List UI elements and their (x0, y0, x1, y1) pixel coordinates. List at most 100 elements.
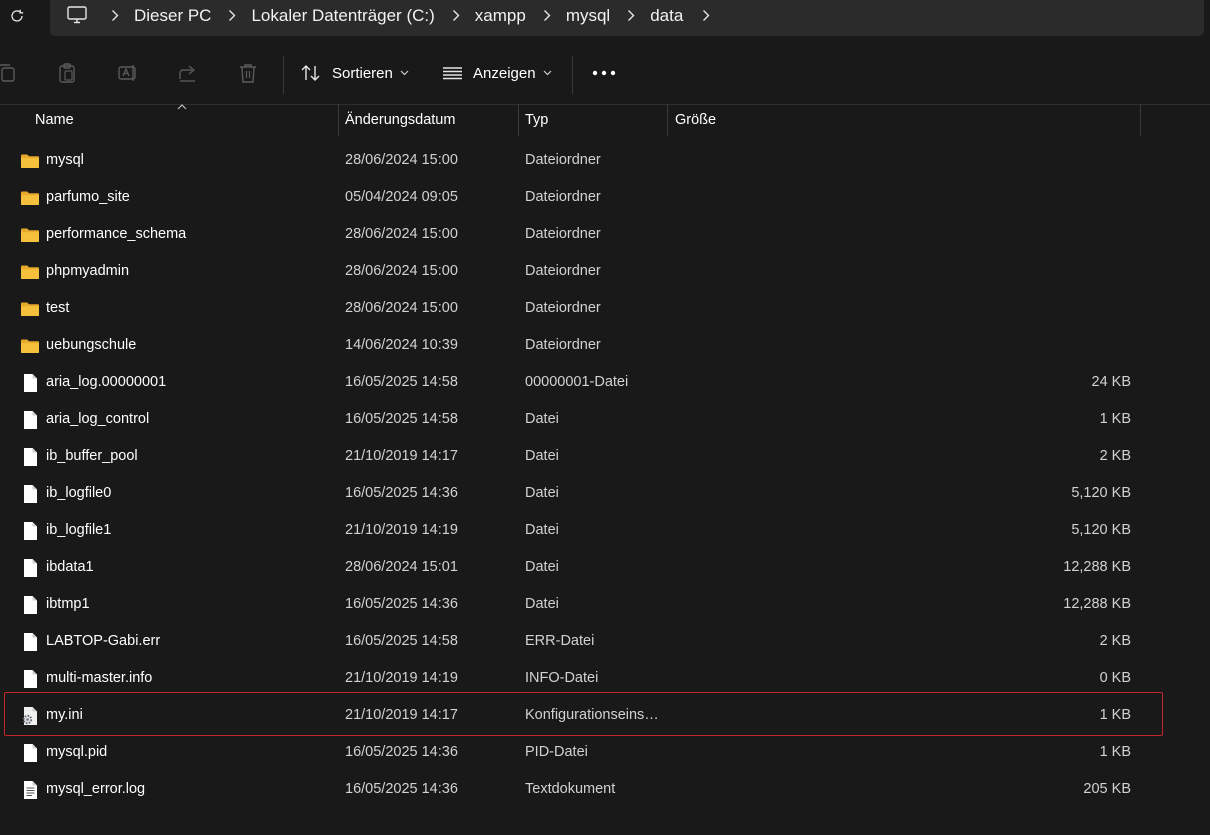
copy-icon[interactable] (0, 62, 18, 84)
file-row[interactable]: aria_log_control 16/05/2025 14:58 Datei 1 K… (0, 401, 1210, 438)
file-type: 00000001-Datei (525, 374, 629, 390)
file-date: 21/10/2019 14:17 (345, 707, 458, 723)
file-size: 1 KB (1099, 707, 1131, 723)
file-row[interactable]: ib_buffer_pool 21/10/2019 14:17 Datei 2 KB (0, 438, 1210, 475)
file-list: mysql 28/06/2024 15:00 Dateiordner parfumo_… (0, 142, 1210, 808)
file-type: Dateiordner (525, 300, 601, 316)
file-size: 2 KB (1099, 633, 1131, 649)
file-row[interactable]: parfumo_site 05/04/2024 09:05 Dateiordner (0, 179, 1210, 216)
this-pc-icon[interactable] (66, 5, 88, 25)
column-name[interactable]: Name (35, 104, 335, 136)
file-row[interactable]: phpmyadmin 28/06/2024 15:00 Dateiordner (0, 253, 1210, 290)
file-row[interactable]: mysql_error.log 16/05/2025 14:36 Textdokum… (0, 771, 1210, 808)
file-icon (20, 595, 40, 615)
breadcrumb-label[interactable]: data (642, 6, 693, 26)
sort-button[interactable]: Sortieren (300, 62, 409, 84)
column-type-label: Typ (525, 112, 549, 128)
file-date: 16/05/2025 14:36 (345, 744, 458, 760)
file-size: 1 KB (1099, 744, 1131, 760)
file-date: 28/06/2024 15:01 (345, 559, 458, 575)
sort-icon (301, 65, 320, 81)
file-name: parfumo_site (46, 189, 130, 205)
file-row[interactable]: ib_logfile0 16/05/2025 14:36 Datei 5,120 KB (0, 475, 1210, 512)
paste-icon[interactable] (56, 62, 78, 84)
breadcrumb-item: data (620, 0, 693, 31)
file-name: performance_schema (46, 226, 187, 242)
file-name: ib_logfile1 (46, 522, 112, 538)
refresh-button[interactable] (0, 0, 34, 32)
file-type: Datei (525, 596, 559, 612)
file-row[interactable]: mysql.pid 16/05/2025 14:36 PID-Datei 1 KB (0, 734, 1210, 771)
share-icon[interactable] (177, 62, 199, 84)
column-resize-handle[interactable] (338, 104, 339, 136)
file-row-highlighted[interactable]: my.ini 21/10/2019 14:17 Konfigurationseins… (0, 697, 1210, 734)
file-type: Datei (525, 485, 559, 501)
folder-icon (20, 188, 40, 208)
view-button[interactable]: Anzeigen (442, 62, 552, 84)
column-date-label: Änderungsdatum (345, 112, 456, 128)
chevron-right-icon[interactable] (221, 0, 243, 31)
file-name: mysql.pid (46, 744, 108, 760)
address-bar[interactable]: Dieser PC Lokaler Datenträger (C:) xampp my… (50, 0, 1204, 36)
config-file-icon (20, 706, 40, 726)
file-row[interactable]: uebungschule 14/06/2024 10:39 Dateiordner (0, 327, 1210, 364)
file-row[interactable]: mysql 28/06/2024 15:00 Dateiordner (0, 142, 1210, 179)
chevron-down-icon (543, 70, 551, 76)
file-explorer-window: Dieser PC Lokaler Datenträger (C:) xampp my… (0, 0, 1210, 835)
column-resize-handle[interactable] (1140, 104, 1141, 136)
folder-icon (20, 225, 40, 245)
breadcrumb-label[interactable]: xampp (467, 6, 536, 26)
file-type: Dateiordner (525, 337, 601, 353)
file-name: ibtmp1 (46, 596, 90, 612)
column-resize-handle[interactable] (518, 104, 519, 136)
file-name: uebungschule (46, 337, 137, 353)
column-type[interactable]: Typ (525, 104, 665, 136)
file-row[interactable]: ib_logfile1 21/10/2019 14:19 Datei 5,120 KB (0, 512, 1210, 549)
file-type: Konfigurationseins… (525, 707, 659, 723)
more-options-icon[interactable] (590, 69, 618, 77)
file-row[interactable]: ibdata1 28/06/2024 15:01 Datei 12,288 KB (0, 549, 1210, 586)
column-resize-handle[interactable] (667, 104, 668, 136)
breadcrumb-label[interactable]: mysql (558, 6, 620, 26)
file-size: 1 KB (1099, 411, 1131, 427)
rename-icon[interactable] (117, 62, 139, 84)
file-size: 2 KB (1099, 448, 1131, 464)
column-size[interactable]: Größe (675, 104, 1135, 136)
folder-icon (20, 151, 40, 171)
file-row[interactable]: aria_log.00000001 16/05/2025 14:58 0000000… (0, 364, 1210, 401)
file-row[interactable]: LABTOP-Gabi.err 16/05/2025 14:58 ERR-Datei… (0, 623, 1210, 660)
file-date: 16/05/2025 14:58 (345, 633, 458, 649)
file-row[interactable]: performance_schema 28/06/2024 15:00 Dateio… (0, 216, 1210, 253)
file-size: 5,120 KB (1071, 485, 1131, 501)
text-document-icon (20, 780, 40, 800)
chevron-right-icon[interactable] (445, 0, 467, 31)
chevron-right-icon[interactable] (536, 0, 558, 31)
file-name: aria_log.00000001 (46, 374, 167, 390)
breadcrumb-label[interactable]: Lokaler Datenträger (C:) (243, 6, 444, 26)
delete-icon[interactable] (237, 62, 259, 84)
file-name: aria_log_control (46, 411, 150, 427)
file-date: 28/06/2024 15:00 (345, 152, 458, 168)
file-name: multi-master.info (46, 670, 153, 686)
file-row[interactable]: multi-master.info 21/10/2019 14:19 INFO-Da… (0, 660, 1210, 697)
view-label: Anzeigen (473, 64, 536, 82)
file-type: INFO-Datei (525, 670, 599, 686)
chevron-right-icon[interactable] (620, 0, 642, 31)
file-size: 12,288 KB (1063, 596, 1131, 612)
chevron-right-icon[interactable] (104, 0, 126, 31)
file-type: Dateiordner (525, 263, 601, 279)
chevron-right-icon[interactable] (695, 0, 717, 31)
file-name: ibdata1 (46, 559, 94, 575)
breadcrumb-label[interactable]: Dieser PC (126, 6, 221, 26)
column-date[interactable]: Änderungsdatum (345, 104, 515, 136)
file-row[interactable]: ibtmp1 16/05/2025 14:36 Datei 12,288 KB (0, 586, 1210, 623)
chevron-down-icon (400, 70, 409, 76)
file-size: 205 KB (1083, 781, 1131, 797)
file-row[interactable]: test 28/06/2024 15:00 Dateiordner (0, 290, 1210, 327)
file-icon (20, 632, 40, 652)
file-icon (20, 447, 40, 467)
file-date: 16/05/2025 14:58 (345, 411, 458, 427)
toolbar-separator (283, 56, 284, 94)
refresh-icon (11, 9, 24, 22)
file-icon (20, 521, 40, 541)
